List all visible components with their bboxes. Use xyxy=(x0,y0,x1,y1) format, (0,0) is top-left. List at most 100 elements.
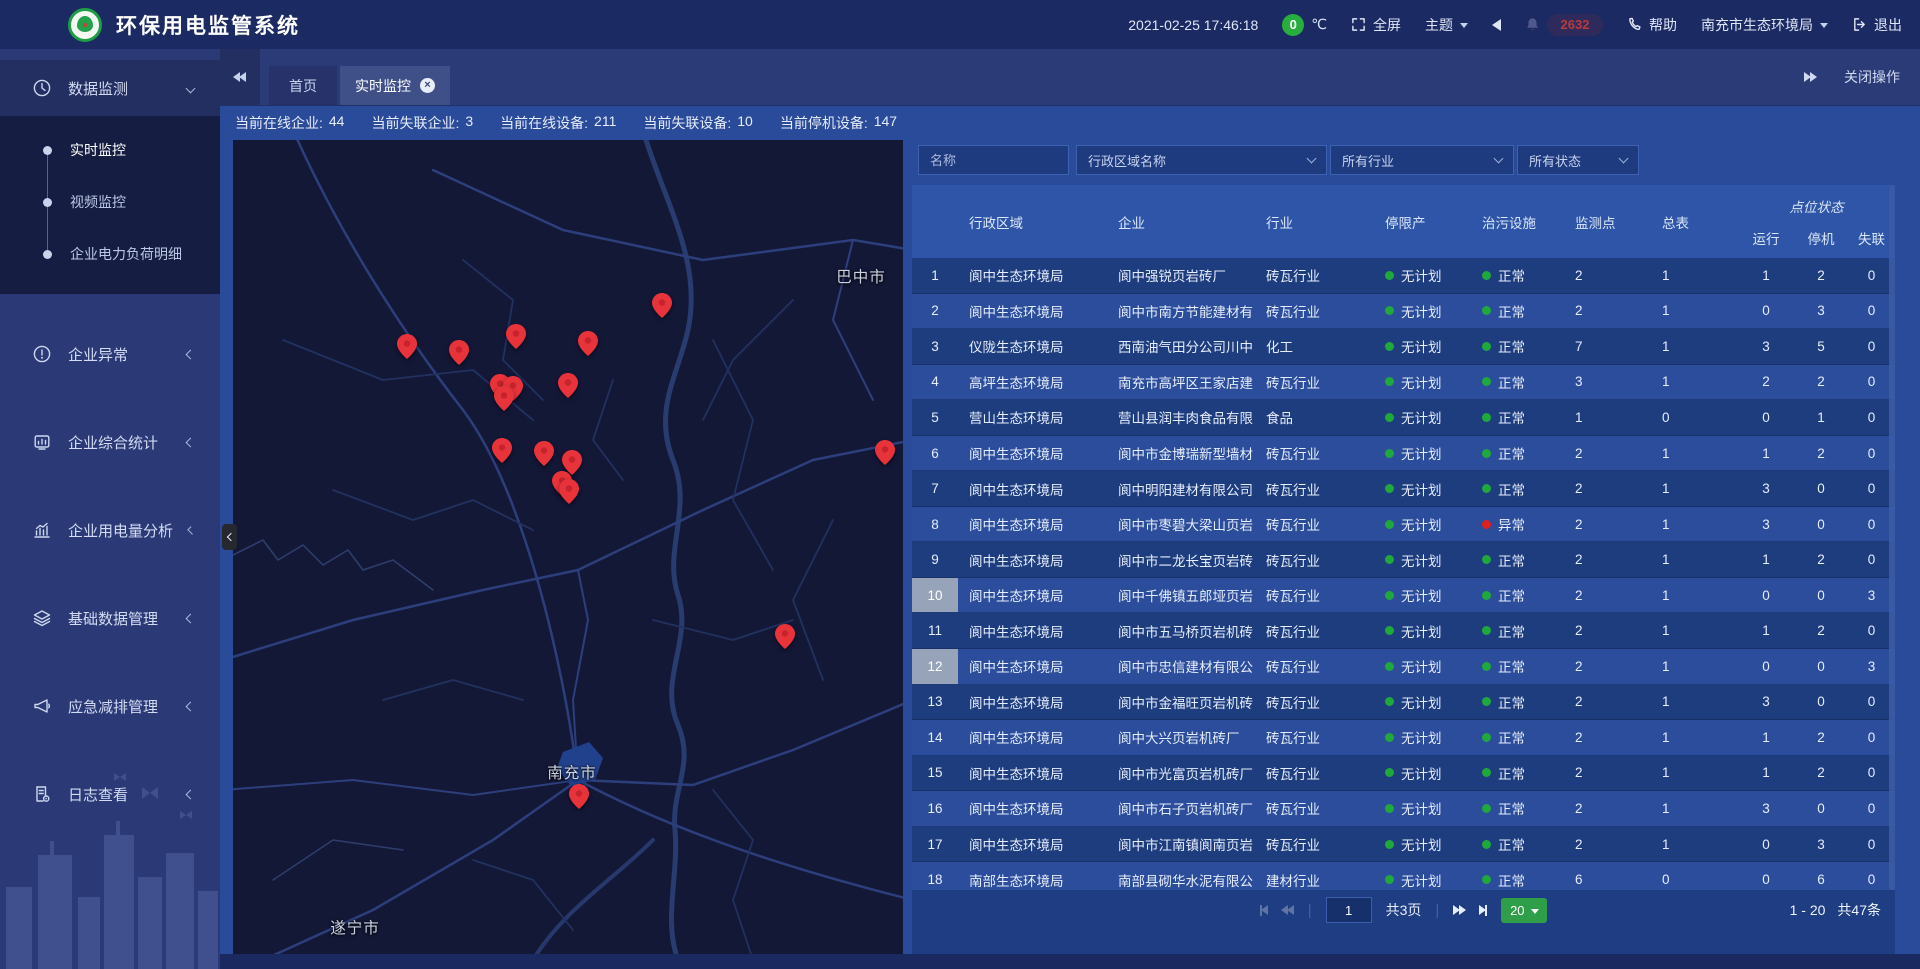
table-row[interactable]: 18南部生态环境局南部县砌华水泥有限公建材行业无计划正常60060 xyxy=(912,862,1895,890)
table-row[interactable]: 11阆中生态环境局阆中市五马桥页岩机砖砖瓦行业无计划正常21120 xyxy=(912,613,1895,649)
cell-down: 0 xyxy=(1794,649,1848,684)
table-row[interactable]: 12阆中生态环境局阆中市忠信建材有限公砖瓦行业无计划正常21003 xyxy=(912,649,1895,685)
table-row[interactable]: 13阆中生态环境局阆中市金福旺页岩机砖砖瓦行业无计划正常21300 xyxy=(912,685,1895,721)
last-page-button[interactable] xyxy=(1479,905,1487,916)
region-select[interactable]: 行政区域名称 xyxy=(1076,145,1327,175)
tabs-scroll-left-button[interactable] xyxy=(220,49,260,105)
status-label: 无计划 xyxy=(1401,336,1442,356)
sidebar-item-4[interactable]: 基础数据管理 xyxy=(0,590,220,646)
map-pin-icon[interactable] xyxy=(534,441,554,466)
notification-count-badge: 2632 xyxy=(1547,14,1603,36)
table-row[interactable]: 6阆中生态环境局阆中市金博瑞新型墙材砖瓦行业无计划正常21120 xyxy=(912,436,1895,472)
sidebar-item-5[interactable]: 应急减排管理 xyxy=(0,678,220,734)
table-row[interactable]: 2阆中生态环境局阆中市南方节能建材有砖瓦行业无计划正常21030 xyxy=(912,294,1895,330)
cell-run: 0 xyxy=(1738,294,1794,329)
table-row[interactable]: 7阆中生态环境局阆中明阳建材有限公司砖瓦行业无计划正常21300 xyxy=(912,471,1895,507)
map-pin-icon[interactable] xyxy=(578,331,598,356)
status-ok-dot-icon xyxy=(1385,271,1394,280)
map-pin-icon[interactable] xyxy=(559,479,579,504)
table-row[interactable]: 5营山生态环境局营山县润丰肉食品有限食品无计划正常10010 xyxy=(912,400,1895,436)
status-label: 无计划 xyxy=(1401,550,1442,570)
bullet-dot-icon xyxy=(43,250,52,259)
map-pin-icon[interactable] xyxy=(775,624,795,649)
double-chevron-left-icon xyxy=(234,72,246,82)
total-count-label: 共47条 xyxy=(1837,900,1881,920)
cell-down: 6 xyxy=(1794,862,1848,890)
sidebar-item-0[interactable]: 数据监测 xyxy=(0,60,220,116)
sidebar-subitem[interactable]: 实时监控 xyxy=(0,124,220,176)
table-row[interactable]: 15阆中生态环境局阆中市光富页岩机砖厂砖瓦行业无计划正常21120 xyxy=(912,756,1895,792)
cell-meter: 1 xyxy=(1651,436,1738,471)
sidebar-item-6[interactable]: 日志查看 xyxy=(0,766,220,822)
voice-announce-button[interactable] xyxy=(1492,19,1501,31)
sidebar-subitem[interactable]: 企业电力负荷明细 xyxy=(0,228,220,280)
sidebar-collapse-handle[interactable] xyxy=(222,524,237,550)
cell-region: 阆中生态环境局 xyxy=(958,613,1107,648)
close-operations-button[interactable]: 关闭操作 xyxy=(1844,67,1900,87)
table-row[interactable]: 1阆中生态环境局阆中强锐页岩砖厂砖瓦行业无计划正常21120 xyxy=(912,258,1895,294)
horn-icon xyxy=(32,696,52,716)
name-search-input[interactable] xyxy=(918,145,1069,175)
sidebar-item-2[interactable]: 企业综合统计 xyxy=(0,414,220,470)
close-tab-icon[interactable] xyxy=(420,78,435,93)
cell-monitor: 2 xyxy=(1564,578,1651,613)
row-number: 12 xyxy=(912,649,958,684)
sidebar-subitem[interactable]: 视频监控 xyxy=(0,176,220,228)
page-number-input[interactable] xyxy=(1326,897,1372,923)
first-page-button[interactable] xyxy=(1260,905,1268,916)
map-pin-icon[interactable] xyxy=(652,293,672,318)
cell-facility-status: 正常 xyxy=(1471,649,1564,684)
next-page-button[interactable] xyxy=(1453,905,1465,915)
cell-company: 阆中市石子页岩机砖厂 xyxy=(1107,791,1255,826)
cell-stop-status: 无计划 xyxy=(1374,329,1471,364)
notification-area[interactable]: 2632 xyxy=(1525,14,1603,36)
industry-select[interactable]: 所有行业 xyxy=(1330,145,1514,175)
row-number: 3 xyxy=(912,329,958,364)
prev-page-button[interactable] xyxy=(1282,905,1294,915)
map-pin-icon[interactable] xyxy=(569,784,589,809)
status-select[interactable]: 所有状态 xyxy=(1517,145,1639,175)
table-row[interactable]: 3仪陇生态环境局西南油气田分公司川中化工无计划正常71350 xyxy=(912,329,1895,365)
cell-down: 3 xyxy=(1794,294,1848,329)
table-row[interactable]: 9阆中生态环境局阆中市二龙长宝页岩砖砖瓦行业无计划正常21120 xyxy=(912,542,1895,578)
theme-dropdown[interactable]: 主题 xyxy=(1425,15,1468,35)
cell-region: 阆中生态环境局 xyxy=(958,756,1107,791)
map-pin-icon[interactable] xyxy=(875,440,895,465)
map-pin-icon[interactable] xyxy=(494,386,514,411)
table-row[interactable]: 14阆中生态环境局阆中大兴页岩机砖厂砖瓦行业无计划正常21120 xyxy=(912,720,1895,756)
table-row[interactable]: 8阆中生态环境局阆中市枣碧大梁山页岩砖瓦行业无计划异常21300 xyxy=(912,507,1895,543)
tab-realtime-monitor[interactable]: 实时监控 xyxy=(340,66,450,105)
stat-item: 当前在线设备:211 xyxy=(500,113,616,133)
table-row[interactable]: 4高坪生态环境局南充市高坪区王家店建砖瓦行业无计划正常31220 xyxy=(912,365,1895,401)
app-window: 环保用电监管系统 2021-02-25 17:46:18 0 ℃ 全屏 主题 xyxy=(0,0,1920,969)
table-row[interactable]: 10阆中生态环境局阆中千佛镇五郎垭页岩砖瓦行业无计划正常21003 xyxy=(912,578,1895,614)
chevron-left-icon xyxy=(227,533,235,541)
app-logo-icon xyxy=(68,8,102,42)
table-row[interactable]: 16阆中生态环境局阆中市石子页岩机砖厂砖瓦行业无计划正常21300 xyxy=(912,791,1895,827)
map-pin-icon[interactable] xyxy=(506,324,526,349)
org-dropdown[interactable]: 南充市生态环境局 xyxy=(1701,15,1828,35)
map-pin-icon[interactable] xyxy=(449,340,469,365)
cell-monitor: 2 xyxy=(1564,791,1651,826)
table-row[interactable]: 17阆中生态环境局阆中市江南镇阆南页岩砖瓦行业无计划正常21030 xyxy=(912,827,1895,863)
cell-monitor: 1 xyxy=(1564,400,1651,435)
map-pin-icon[interactable] xyxy=(397,334,417,359)
row-number: 13 xyxy=(912,685,958,720)
fullscreen-button[interactable]: 全屏 xyxy=(1351,15,1401,35)
cell-run: 0 xyxy=(1738,827,1794,862)
help-button[interactable]: 帮助 xyxy=(1627,15,1677,35)
status-ok-dot-icon xyxy=(1482,626,1491,635)
tabs-scroll-right-button[interactable] xyxy=(1804,72,1816,82)
map-pin-icon[interactable] xyxy=(558,373,578,398)
map-panel[interactable]: 巴中市南充市遂宁市 xyxy=(233,140,903,954)
status-ok-dot-icon xyxy=(1385,733,1394,742)
page-size-select[interactable]: 20 xyxy=(1501,898,1547,923)
table-scrollbar[interactable] xyxy=(1889,185,1895,890)
logout-button[interactable]: 退出 xyxy=(1852,15,1902,35)
sidebar-item-1[interactable]: 企业异常 xyxy=(0,326,220,382)
cell-stop-status: 无计划 xyxy=(1374,542,1471,577)
sidebar-item-3[interactable]: 企业用电量分析 xyxy=(0,502,220,558)
map-pin-icon[interactable] xyxy=(492,438,512,463)
tab-home[interactable]: 首页 xyxy=(269,66,337,105)
cell-facility-status: 正常 xyxy=(1471,365,1564,400)
